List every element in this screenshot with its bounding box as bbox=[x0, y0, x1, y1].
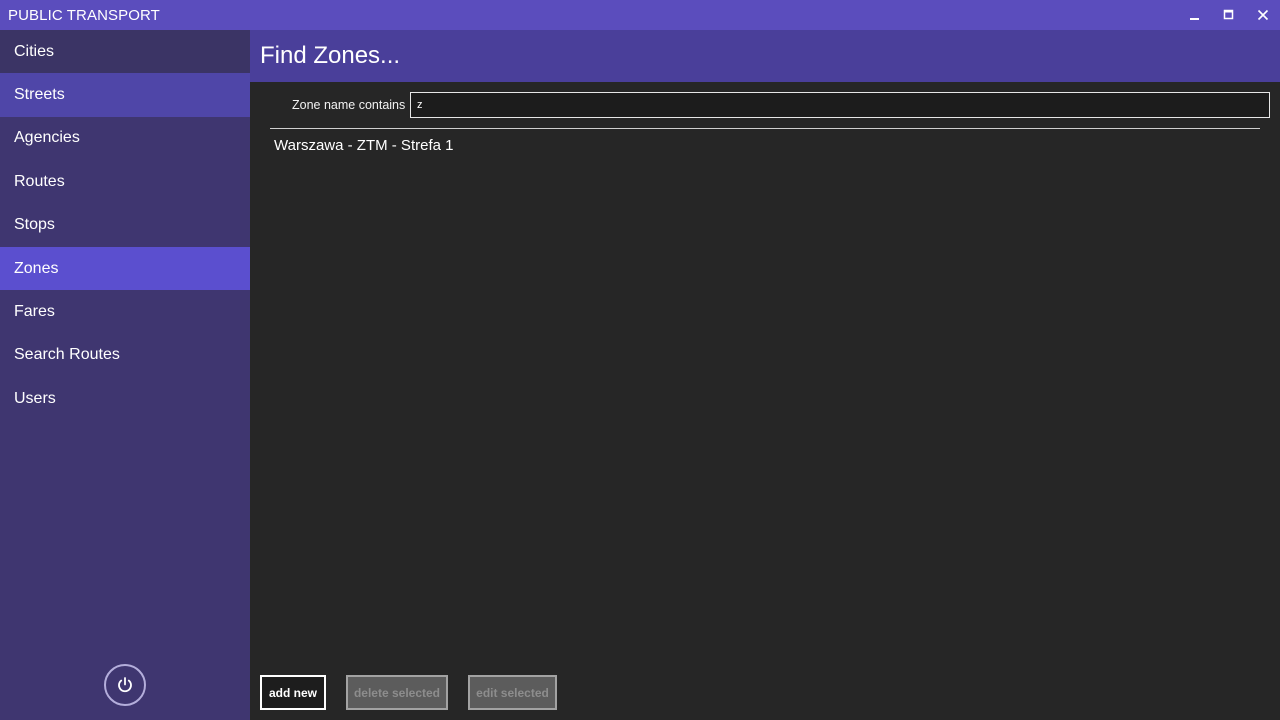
sidebar-item-routes[interactable]: Routes bbox=[0, 160, 250, 203]
minimize-icon bbox=[1190, 18, 1199, 20]
page-header: Find Zones... bbox=[250, 30, 1280, 82]
sidebar-item-label: Stops bbox=[14, 216, 55, 234]
list-item[interactable]: Warszawa - ZTM - Strefa 1 bbox=[274, 134, 1254, 156]
app-title: PUBLIC TRANSPORT bbox=[8, 6, 160, 24]
result-list: Warszawa - ZTM - Strefa 1 bbox=[274, 134, 1254, 156]
sidebar-item-label: Agencies bbox=[14, 129, 80, 147]
sidebar: Cities Streets Agencies Routes Stops Zon… bbox=[0, 30, 250, 720]
title-bar: PUBLIC TRANSPORT bbox=[0, 0, 1280, 30]
sidebar-item-label: Users bbox=[14, 389, 56, 407]
search-label: Zone name contains bbox=[292, 98, 406, 112]
page-title: Find Zones... bbox=[260, 42, 401, 69]
sidebar-item-streets[interactable]: Streets bbox=[0, 73, 250, 117]
zone-name-input[interactable] bbox=[410, 92, 1270, 118]
search-row: Zone name contains bbox=[292, 92, 410, 118]
delete-selected-button[interactable]: delete selected bbox=[346, 675, 448, 710]
power-icon bbox=[118, 677, 132, 693]
power-button[interactable] bbox=[104, 664, 146, 706]
sidebar-item-stops[interactable]: Stops bbox=[0, 204, 250, 247]
sidebar-item-search-routes[interactable]: Search Routes bbox=[0, 334, 250, 377]
sidebar-item-label: Fares bbox=[14, 303, 55, 321]
sidebar-item-label: Routes bbox=[14, 172, 65, 190]
maximize-icon bbox=[1223, 9, 1234, 20]
edit-selected-button[interactable]: edit selected bbox=[468, 675, 557, 710]
divider bbox=[270, 128, 1260, 129]
sidebar-item-label: Cities bbox=[14, 42, 55, 60]
maximize-button[interactable] bbox=[1212, 0, 1246, 30]
minimize-button[interactable] bbox=[1178, 0, 1212, 30]
sidebar-item-users[interactable]: Users bbox=[0, 377, 250, 420]
sidebar-item-zones[interactable]: Zones bbox=[0, 246, 250, 291]
sidebar-item-label: Streets bbox=[14, 86, 65, 104]
sidebar-item-agencies[interactable]: Agencies bbox=[0, 117, 250, 160]
sidebar-item-label: Zones bbox=[14, 259, 59, 277]
sidebar-item-label: Search Routes bbox=[14, 346, 120, 364]
close-icon bbox=[1257, 9, 1269, 21]
close-button[interactable] bbox=[1246, 0, 1280, 30]
sidebar-item-fares[interactable]: Fares bbox=[0, 290, 250, 333]
window-controls bbox=[1178, 0, 1280, 30]
add-new-button[interactable]: add new bbox=[260, 675, 326, 710]
sidebar-item-cities[interactable]: Cities bbox=[0, 30, 250, 74]
